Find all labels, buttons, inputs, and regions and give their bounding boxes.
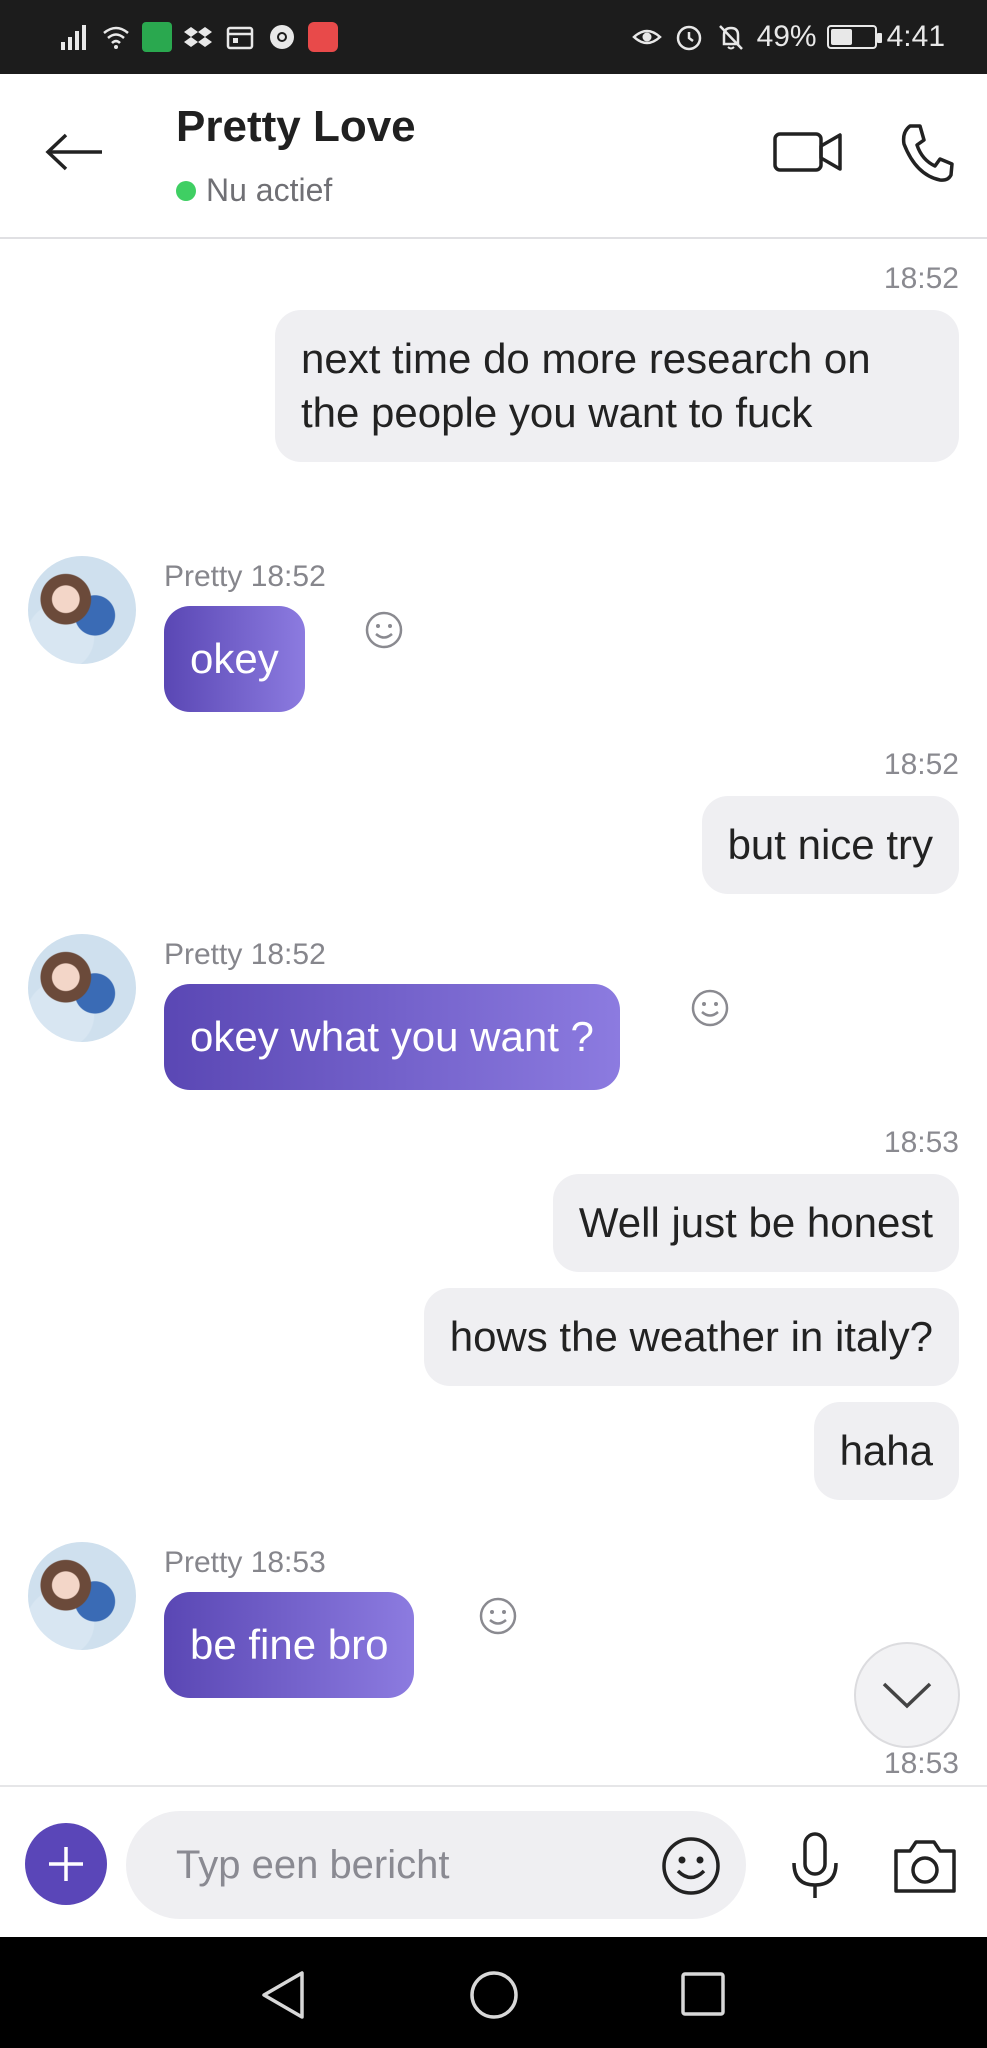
phone-icon [901,124,954,182]
attach-button[interactable] [25,1823,107,1905]
chrome-icon [266,22,298,52]
signal-icon [58,22,90,52]
incoming-message-bubble[interactable]: okey what you want ? [164,984,620,1090]
calendar-icon [224,22,256,52]
voice-call-button[interactable] [898,122,954,184]
avatar[interactable] [28,934,136,1042]
nav-recents-button[interactable] [678,1969,728,2019]
camera-button[interactable] [892,1835,958,1897]
camera-icon [894,1840,956,1893]
battery-percent: 49% [756,20,817,53]
sender-meta: Pretty 18:53 [164,1546,326,1579]
wifi-icon [100,22,132,52]
chat-header: Pretty Love Nu actief [0,74,987,239]
smiley-icon [691,989,729,1027]
incoming-message-bubble[interactable]: okey [164,606,305,712]
nav-back-button[interactable] [258,1969,308,2021]
contact-name[interactable]: Pretty Love [176,102,416,152]
reaction-button[interactable] [364,610,404,650]
message-time: 18:53 [883,1126,959,1159]
smiley-icon [662,1837,720,1895]
message-time: 18:52 [883,262,959,295]
outgoing-message-bubble[interactable]: Well just be honest [552,1174,959,1272]
status-bar-left [58,18,338,56]
message-list[interactable]: 18:52 next time do more research on the … [0,240,987,1785]
reaction-button[interactable] [690,988,730,1028]
nav-home-button[interactable] [468,1969,520,2021]
app-icon [142,22,172,52]
eye-icon [631,22,663,52]
dropbox-icon [182,22,214,52]
circle-home-icon [470,1971,518,2019]
emoji-button[interactable] [660,1835,722,1897]
huawei-icon [308,22,338,52]
message-input[interactable] [126,1811,746,1919]
chevron-down-icon [882,1682,932,1709]
bell-off-icon [715,22,747,52]
avatar[interactable] [28,1542,136,1650]
sender-meta: Pretty 18:52 [164,560,326,593]
battery-icon [826,25,882,49]
message-time: 18:52 [883,748,959,781]
battery-fill [830,29,852,45]
smiley-icon [365,611,403,649]
square-recents-icon [681,1972,725,2016]
video-call-button[interactable] [772,126,844,178]
online-dot-icon [176,180,196,201]
triangle-back-icon [262,1971,304,2019]
microphone-icon [792,1832,838,1898]
smiley-icon [479,1597,517,1635]
message-composer [0,1785,987,1937]
video-camera-icon [773,132,842,172]
outgoing-message-bubble[interactable]: haha [813,1402,959,1500]
status-bar-right: 49% 4:41 [631,18,945,56]
presence-status: Nu actief [176,172,332,209]
alarm-icon [673,22,705,52]
status-bar: 49% 4:41 [0,0,987,74]
outgoing-message-bubble[interactable]: next time do more research on the people… [275,310,959,462]
arrow-left-icon [45,133,102,171]
back-button[interactable] [40,122,110,182]
avatar[interactable] [28,556,136,664]
voice-message-button[interactable] [785,1831,845,1901]
scroll-to-bottom-button[interactable] [854,1642,960,1748]
presence-label: Nu actief [206,172,333,208]
message-time: 18:53 [883,1747,959,1780]
outgoing-message-bubble[interactable]: but nice try [701,796,959,894]
reaction-button[interactable] [478,1596,518,1636]
outgoing-message-bubble[interactable]: hows the weather in italy? [423,1288,959,1386]
incoming-message-bubble[interactable]: be fine bro [164,1592,415,1698]
system-navigation-bar [0,1937,987,2048]
sender-meta: Pretty 18:52 [164,938,326,971]
clock: 4:41 [886,20,945,53]
plus-icon [49,1847,83,1881]
